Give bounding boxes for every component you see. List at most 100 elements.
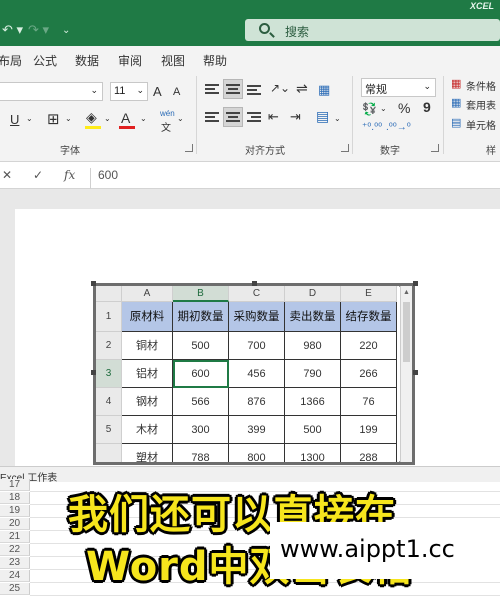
row-number[interactable]: 22	[0, 544, 30, 556]
tab-view[interactable]: 视图	[161, 52, 185, 69]
table-cell[interactable]: 1300	[285, 444, 341, 462]
table-header-cell[interactable]: 原材料	[122, 302, 173, 332]
row-header[interactable]: 1	[96, 302, 122, 332]
underline-button[interactable]: U	[10, 112, 19, 127]
align-dialog-launcher-icon[interactable]	[341, 144, 349, 152]
table-cell[interactable]: 500	[173, 332, 229, 360]
increase-decimal-icon[interactable]: ⁺⁰.⁰⁰	[362, 122, 382, 133]
table-cell[interactable]: 600	[173, 360, 229, 388]
table-cell[interactable]: 铝材	[122, 360, 173, 388]
table-cell[interactable]: 788	[173, 444, 229, 462]
row-number[interactable]: 20	[0, 518, 30, 530]
row-number[interactable]: 18	[0, 492, 30, 504]
table-cell[interactable]: 76	[341, 388, 397, 416]
enter-icon[interactable]: ✓	[33, 168, 43, 182]
scroll-up-icon[interactable]: ▲	[403, 289, 410, 296]
wrap-text-icon[interactable]: ⇌	[296, 80, 308, 97]
grow-font-button[interactable]: A	[153, 84, 162, 99]
table-cell[interactable]: 980	[285, 332, 341, 360]
table-cell[interactable]: 500	[285, 416, 341, 444]
tab-formulas[interactable]: 公式	[33, 52, 57, 69]
insert-function-icon[interactable]: fx	[64, 168, 75, 182]
table-cell[interactable]: 木材	[122, 416, 173, 444]
table-cell[interactable]: 700	[229, 332, 285, 360]
decrease-decimal-icon[interactable]: .⁰⁰→⁰	[386, 122, 411, 133]
currency-icon[interactable]: 💱	[362, 102, 377, 116]
currency-dropdown-icon[interactable]: ⌄	[380, 104, 387, 113]
table-header-cell[interactable]: 采购数量	[229, 302, 285, 332]
resize-handle-top[interactable]	[252, 281, 257, 286]
table-cell[interactable]: 钢材	[122, 388, 173, 416]
vertical-scrollbar[interactable]: ▲	[400, 286, 412, 462]
orientation-icon[interactable]: ↗⌄	[270, 81, 290, 95]
pinyin-dropdown-icon[interactable]: ⌄	[177, 114, 184, 123]
scroll-thumb[interactable]	[403, 302, 410, 362]
resize-handle-left[interactable]	[91, 370, 96, 375]
decrease-indent-icon[interactable]: ⇤	[268, 109, 279, 125]
table-cell[interactable]: 399	[229, 416, 285, 444]
table-header-cell[interactable]: 期初数量	[173, 302, 229, 332]
resize-handle-top-right[interactable]	[413, 281, 418, 286]
row-header[interactable]: 4	[96, 388, 122, 416]
embedded-excel-object[interactable]: A B C D E 1 原材料 期初数量 采购数量 卖出数量 结存数量 2 铜材 500 700 980 220…	[93, 283, 415, 465]
table-cell[interactable]: 288	[341, 444, 397, 462]
font-dialog-launcher-icon[interactable]	[185, 144, 193, 152]
underline-dropdown-icon[interactable]: ⌄	[26, 114, 33, 123]
table-cell[interactable]: 199	[341, 416, 397, 444]
select-all-corner[interactable]	[96, 286, 122, 302]
conditional-format-icon[interactable]: ▦	[451, 77, 461, 90]
row-number[interactable]: 17	[0, 479, 30, 491]
row-header[interactable]: 3	[96, 360, 122, 388]
row-number[interactable]: 25	[0, 583, 30, 595]
tab-help[interactable]: 帮助	[203, 52, 227, 69]
row-header[interactable]: 2	[96, 332, 122, 360]
undo-icon[interactable]: ↶ ▾	[2, 22, 23, 38]
redo-icon[interactable]: ↷ ▾	[28, 22, 49, 38]
formula-input[interactable]: 600	[98, 168, 118, 182]
row-header[interactable]	[96, 444, 122, 462]
font-color-dropdown-icon[interactable]: ⌄	[140, 114, 147, 123]
column-header-c[interactable]: C	[229, 286, 285, 302]
conditional-format-button[interactable]: 条件格	[466, 78, 496, 93]
comma-button[interactable]: 9	[423, 99, 431, 115]
column-header-a[interactable]: A	[122, 286, 173, 302]
percent-button[interactable]: %	[398, 100, 410, 116]
fill-color-dropdown-icon[interactable]: ⌄	[104, 114, 111, 123]
merge-dropdown-icon[interactable]: ⌄	[334, 114, 341, 123]
borders-icon[interactable]: ⊞	[47, 110, 60, 128]
table-cell[interactable]: 456	[229, 360, 285, 388]
resize-handle-right[interactable]	[413, 370, 418, 375]
table-cell[interactable]: 790	[285, 360, 341, 388]
table-cell[interactable]: 876	[229, 388, 285, 416]
cell-styles-icon[interactable]: ▤	[451, 116, 461, 129]
table-cell[interactable]: 266	[341, 360, 397, 388]
pinyin-guide-icon[interactable]: wén	[160, 109, 175, 118]
table-header-cell[interactable]: 结存数量	[341, 302, 397, 332]
format-as-table-button[interactable]: 套用表	[466, 97, 496, 112]
number-dialog-launcher-icon[interactable]	[431, 144, 439, 152]
row-number[interactable]: 24	[0, 570, 30, 582]
font-name-box[interactable]: ⌄	[0, 82, 103, 101]
row-number[interactable]: 19	[0, 505, 30, 517]
tab-data[interactable]: 数据	[75, 52, 99, 69]
format-as-table-icon[interactable]: ▦	[451, 96, 461, 109]
table-header-cell[interactable]: 卖出数量	[285, 302, 341, 332]
fill-color-icon[interactable]: ◈	[86, 109, 97, 126]
search-box[interactable]: 搜索	[245, 19, 500, 41]
increase-indent-icon[interactable]: ⇥	[290, 109, 301, 125]
merge-cells-icon[interactable]: ▦	[318, 82, 330, 98]
tab-layout[interactable]: 布局	[0, 52, 22, 69]
table-cell[interactable]: 220	[341, 332, 397, 360]
table-cell[interactable]: 铜材	[122, 332, 173, 360]
column-header-d[interactable]: D	[285, 286, 341, 302]
row-header[interactable]: 5	[96, 416, 122, 444]
column-header-e[interactable]: E	[341, 286, 397, 302]
table-cell[interactable]: 800	[229, 444, 285, 462]
number-format-select[interactable]: 常规 ⌄	[361, 78, 436, 97]
customize-toolbar-icon[interactable]: ⌄	[62, 25, 70, 36]
table-cell[interactable]: 塑材	[122, 444, 173, 462]
column-header-b[interactable]: B	[173, 286, 229, 302]
cancel-icon[interactable]: ✕	[2, 168, 12, 182]
font-color-button[interactable]: A	[121, 110, 130, 126]
font-size-box[interactable]: 11 ⌄	[110, 82, 148, 101]
